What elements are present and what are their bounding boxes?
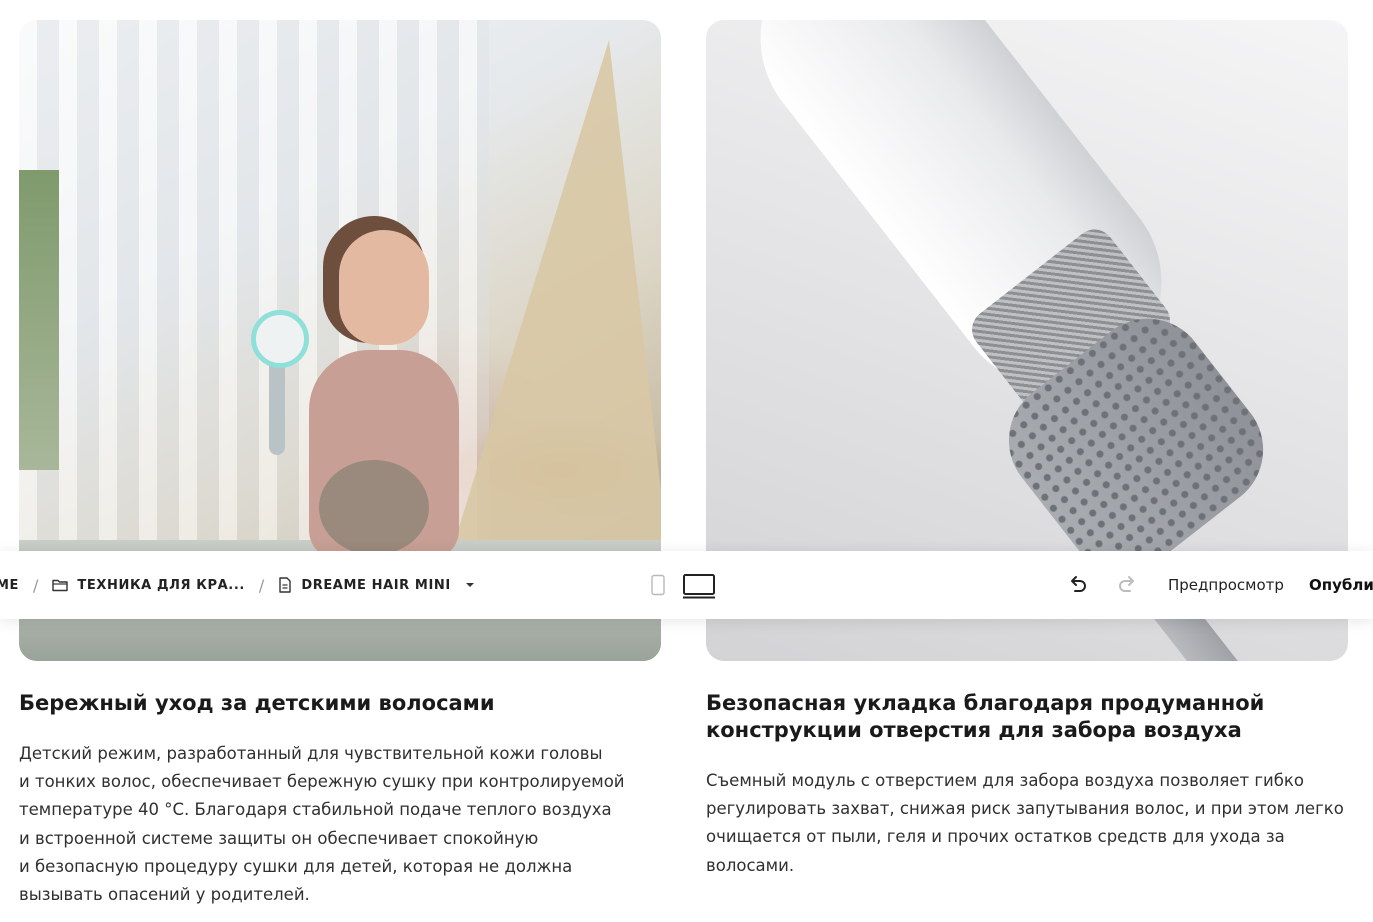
right-card-body-line: регулировать захват, снижая риск запутыв… (706, 799, 1344, 819)
left-card-title: Бережный уход за детскими волосами (19, 691, 495, 715)
girl-head (339, 230, 429, 345)
breadcrumb-separator: / (33, 575, 39, 595)
preview-button[interactable]: Предпросмотр (1168, 576, 1284, 594)
breadcrumb-page-label: DREAME HAIR MINI (301, 577, 451, 593)
breadcrumb-separator: / (258, 575, 265, 595)
breadcrumb-root[interactable]: ME (0, 578, 19, 593)
right-card-title: Безопасная укладка благодаря продуманной… (706, 690, 1264, 744)
mobile-view-button[interactable] (650, 574, 666, 596)
editor-toolbar: ME / ТЕХНИКА ДЛЯ КРА... / DREAME HAIR MI… (0, 551, 1373, 619)
window-graphic (19, 170, 59, 470)
left-card-body-line: температуре 40 °C. Благодаря стабильной … (19, 800, 612, 820)
undo-icon (1071, 576, 1086, 592)
publish-button[interactable]: Опубли (1309, 576, 1373, 594)
breadcrumb-folder[interactable]: ТЕХНИКА ДЛЯ КРА... (52, 578, 245, 593)
left-card-body-line: вызывать опасений у родителей. (19, 885, 310, 905)
left-card-body: Детский режим, разработанный для чувстви… (19, 740, 625, 909)
hair-dryer-handle (269, 355, 285, 455)
redo-button[interactable] (1117, 575, 1137, 593)
right-card-title-line: Безопасная укладка благодаря продуманной (706, 691, 1265, 715)
left-card-body-line: и безопасную процедуру сушки для детей, … (19, 856, 573, 876)
desktop-view-button[interactable] (682, 573, 716, 599)
hair-dryer-graphic (251, 310, 309, 368)
folder-icon (52, 579, 69, 592)
breadcrumb-folder-label: ТЕХНИКА ДЛЯ КРА... (77, 577, 245, 593)
right-card-body-line: Съемный модуль с отверстием для забора в… (706, 771, 1304, 790)
caret-down-icon[interactable] (465, 582, 475, 588)
left-card-body-line: и встроенной системе защиты он обеспечив… (19, 828, 539, 848)
right-card-title-line: конструкции отверстия для забора воздуха (706, 718, 1242, 742)
right-card-body-line: волосами. (706, 855, 795, 875)
left-card-body-line: Детский режим, разработанный для чувстви… (19, 744, 603, 763)
left-card-body-line: и тонких волос, обеспечивает бережную су… (19, 772, 625, 792)
teddy-bear-graphic (319, 460, 429, 555)
undo-button[interactable] (1068, 575, 1088, 593)
desktop-device-icon (683, 574, 715, 599)
tent-graphic (449, 40, 661, 560)
page-icon (279, 577, 292, 593)
redo-icon (1119, 576, 1134, 592)
right-card-body: Съемный модуль с отверстием для забора в… (706, 767, 1344, 880)
breadcrumb-page[interactable]: DREAME HAIR MINI (278, 577, 484, 593)
right-card-body-line: очищается от пыли, геля и прочих остатко… (706, 827, 1285, 847)
mobile-device-icon (651, 574, 665, 596)
breadcrumb: ME / ТЕХНИКА ДЛЯ КРА... / DREAME HAIR MI… (0, 576, 484, 595)
